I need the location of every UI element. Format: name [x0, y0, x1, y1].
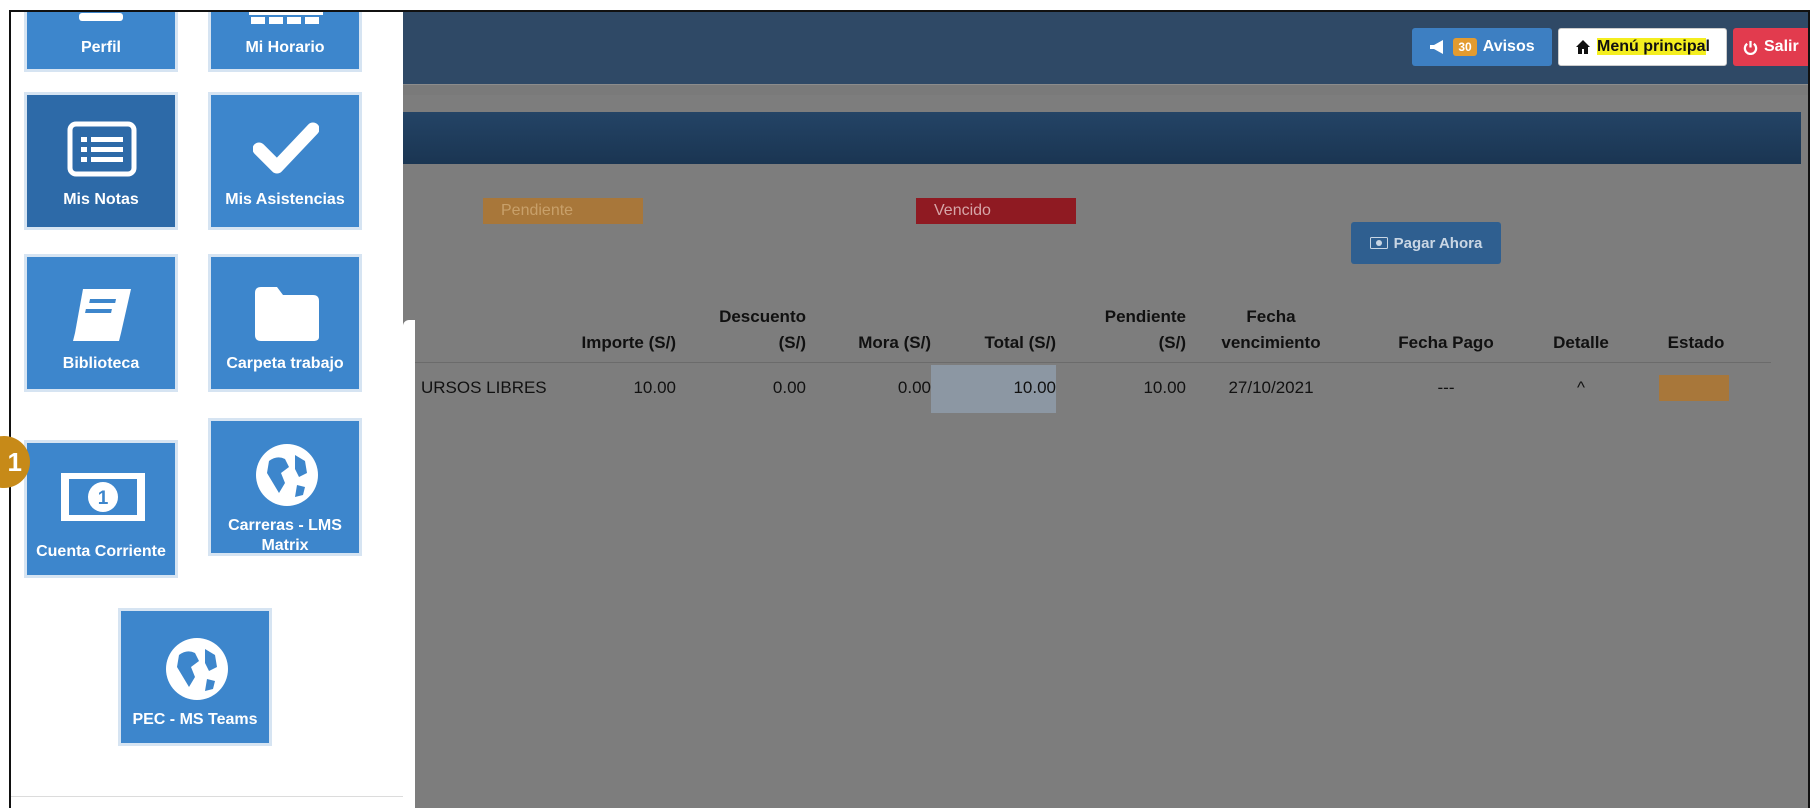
- tile-mis-asistencias-label: Mis Asistencias: [225, 191, 345, 208]
- tile-biblioteca[interactable]: Biblioteca: [24, 254, 178, 392]
- cell-importe: 10.00: [633, 378, 676, 397]
- tile-pec-ms-teams[interactable]: PEC - MS Teams: [118, 608, 272, 746]
- col-header-fecha-line1: Fecha: [1246, 307, 1296, 326]
- home-icon: [1576, 40, 1591, 54]
- tile-carpeta-trabajo-label: Carpeta trabajo: [226, 355, 344, 372]
- col-header-detalle: Detalle: [1553, 333, 1609, 352]
- col-header-pendiente-line2: (S/): [1158, 333, 1186, 352]
- col-header-fecha-vencimiento: Fecha vencimiento: [1206, 304, 1336, 356]
- book-icon: [73, 289, 131, 341]
- col-header-pendiente-line1: Pendiente: [1104, 307, 1186, 326]
- tile-carpeta-trabajo[interactable]: Carpeta trabajo: [208, 254, 362, 392]
- detalle-toggle[interactable]: ^: [1531, 378, 1631, 398]
- tile-mis-notas[interactable]: Mis Notas: [24, 92, 178, 230]
- calendar-icon: [249, 12, 323, 24]
- salir-label: Salir: [1764, 38, 1799, 55]
- drawer-divider: [11, 796, 403, 797]
- tile-mi-horario[interactable]: Mi Horario: [208, 12, 362, 72]
- tile-mis-asistencias[interactable]: Mis Asistencias: [208, 92, 362, 230]
- cash-icon: [1369, 237, 1388, 249]
- pagar-ahora-button[interactable]: Pagar Ahora: [1351, 222, 1501, 264]
- menu-label-tail: l: [1705, 38, 1710, 55]
- avisos-button[interactable]: 30 Avisos: [1412, 28, 1552, 66]
- cell-total: 10.00: [1013, 378, 1056, 397]
- menu-label-highlight: Menú principa: [1597, 38, 1706, 55]
- profile-icon: [79, 13, 123, 21]
- col-header-descuento-line2: (S/): [778, 333, 806, 352]
- tile-carreras-lms[interactable]: Carreras - LMS Matrix: [208, 418, 362, 556]
- tile-mis-notas-label: Mis Notas: [63, 191, 139, 208]
- cell-fecha-vencimiento: 27/10/2021: [1228, 378, 1314, 397]
- tile-carreras-label-1: Carreras - LMS: [228, 517, 342, 534]
- cell-pendiente: 10.00: [1143, 378, 1186, 397]
- svg-text:1: 1: [98, 488, 109, 509]
- col-header-pendiente: Pendiente (S/): [1061, 304, 1186, 356]
- avisos-label: Avisos: [1482, 38, 1535, 55]
- col-header-descuento-line1: Descuento: [719, 307, 806, 326]
- power-icon: [1743, 40, 1758, 55]
- col-header-fecha-pago: Fecha Pago: [1398, 333, 1494, 352]
- globe-icon: [256, 444, 318, 506]
- col-header-total: Total (S/): [984, 333, 1056, 352]
- check-icon: [253, 122, 319, 174]
- col-header-importe: Importe (S/): [581, 333, 676, 352]
- col-header-descuento: Descuento (S/): [671, 304, 806, 356]
- tile-cuenta-corriente[interactable]: 1 Cuenta Corriente: [24, 440, 178, 578]
- tile-carreras-label-2: Matrix: [261, 537, 309, 554]
- col-header-estado: Estado: [1667, 333, 1725, 352]
- drawer-scrollbar[interactable]: [403, 320, 415, 808]
- estado-badge: [1659, 375, 1729, 401]
- salir-button[interactable]: Salir: [1733, 28, 1808, 66]
- col-header-fecha-line2: vencimiento: [1221, 333, 1321, 352]
- menu-principal-button[interactable]: Menú principal: [1558, 28, 1727, 66]
- col-header-mora: Mora (S/): [858, 333, 931, 352]
- megaphone-icon: [1430, 40, 1444, 54]
- money-icon: 1: [61, 473, 145, 521]
- folder-icon: [255, 287, 319, 341]
- cell-concepto: URSOS LIBRES: [421, 378, 547, 397]
- cell-fecha-pago: ---: [1437, 378, 1455, 397]
- side-drawer: Perfil Mi Horario Mis Notas Mis Asistenc…: [11, 12, 403, 808]
- cell-descuento: 0.00: [772, 378, 806, 397]
- tile-cuenta-corriente-label: Cuenta Corriente: [36, 543, 166, 560]
- legend-vencido: Vencido: [916, 198, 1076, 224]
- pagar-ahora-label: Pagar Ahora: [1393, 234, 1483, 252]
- tile-perfil[interactable]: Perfil: [24, 12, 178, 72]
- tile-mi-horario-label: Mi Horario: [245, 39, 325, 56]
- cell-mora: 0.00: [897, 378, 931, 397]
- screenshot-frame: 30 Avisos Menú principal Salir Pendiente…: [9, 10, 1810, 808]
- list-icon: [67, 121, 137, 177]
- tile-perfil-label: Perfil: [80, 39, 121, 56]
- table-header-divider: [411, 362, 1771, 363]
- tile-biblioteca-label: Biblioteca: [62, 355, 140, 372]
- legend-pendiente: Pendiente: [483, 198, 643, 224]
- globe-icon: [166, 638, 228, 700]
- tile-pec-ms-teams-label: PEC - MS Teams: [132, 711, 258, 728]
- avisos-count-badge: 30: [1453, 38, 1477, 56]
